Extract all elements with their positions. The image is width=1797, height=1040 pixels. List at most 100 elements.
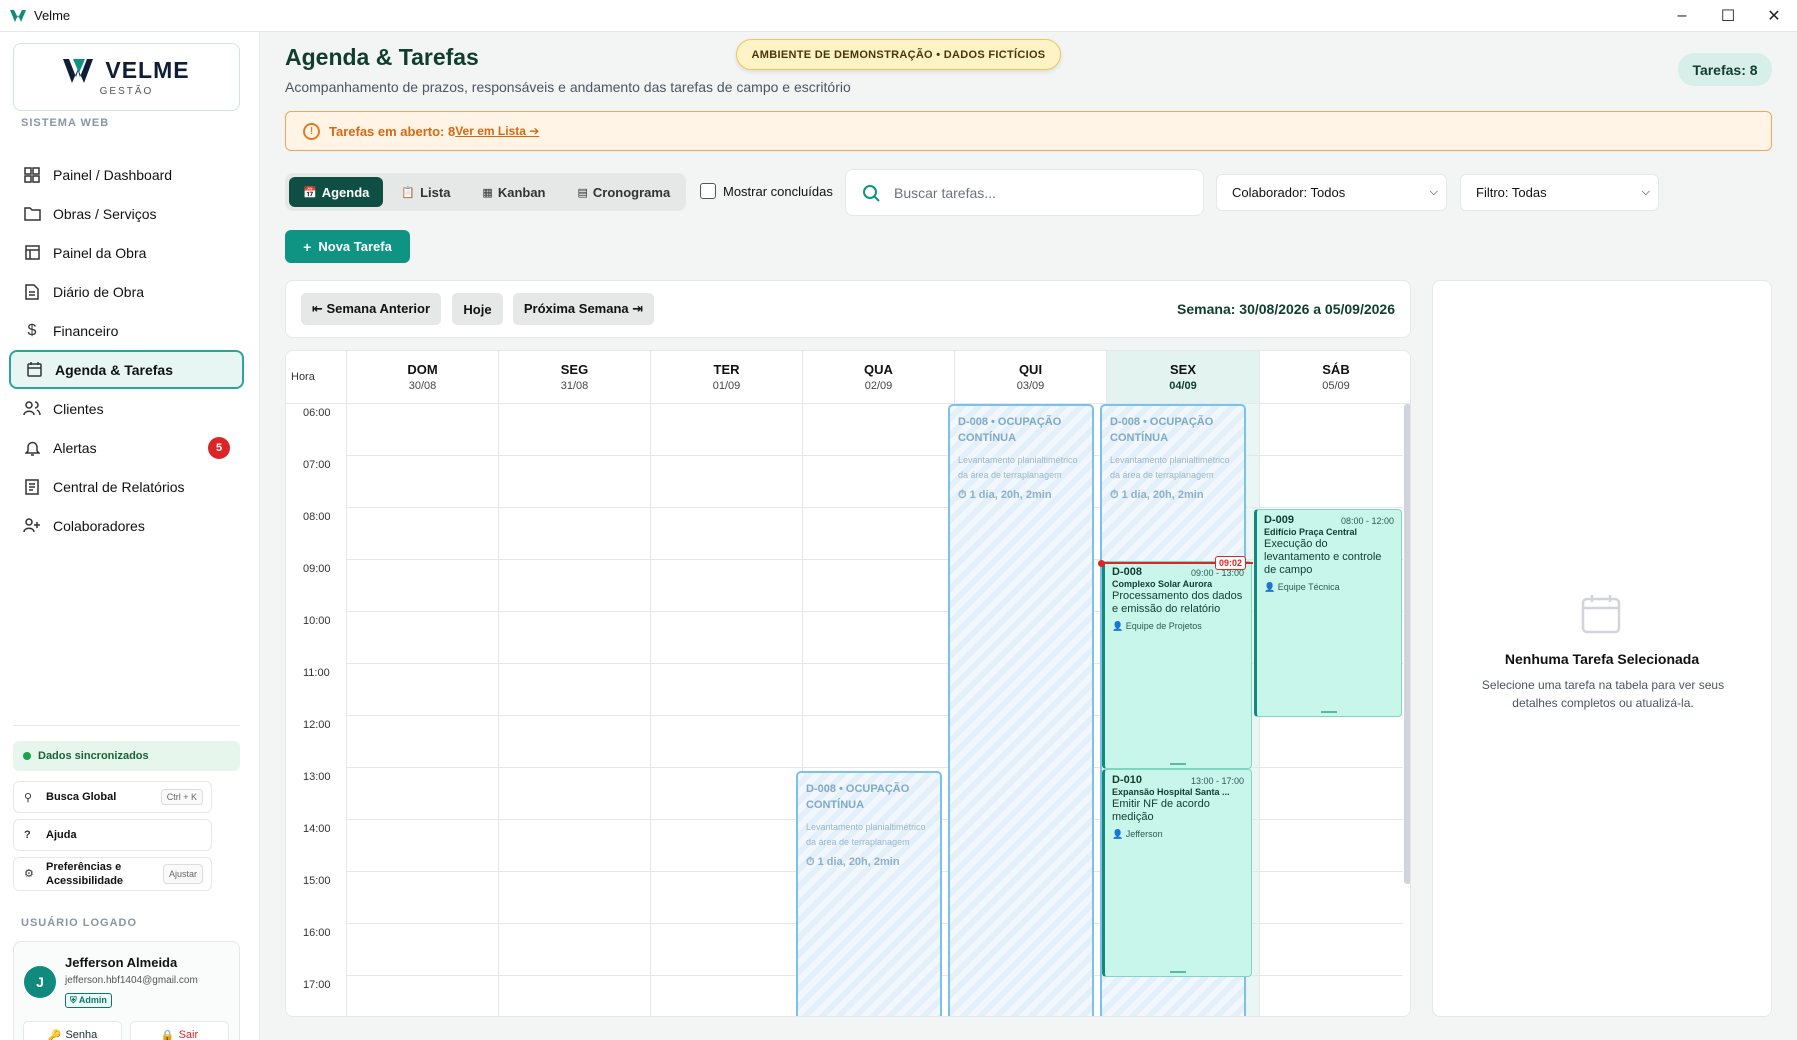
hour-label: 12:00	[303, 719, 331, 731]
task-assignee: 👤 Equipe Técnica	[1264, 582, 1394, 593]
sidebar-item-colaboradores[interactable]: Colaboradores	[9, 506, 244, 545]
sidebar-item-relatorios[interactable]: Central de Relatórios	[9, 467, 244, 506]
bell-icon	[23, 439, 41, 457]
collaborator-select[interactable]: Colaborador: Todos ⌵	[1216, 174, 1447, 211]
current-time-dot	[1098, 560, 1105, 567]
show-completed-checkbox[interactable]	[700, 183, 716, 199]
sidebar-item-diario[interactable]: Diário de Obra	[9, 272, 244, 311]
sidebar-item-agenda[interactable]: Agenda & Tarefas	[9, 350, 244, 389]
demo-badge: AMBIENTE DE DEMONSTRAÇÃO • DADOS FICTÍCI…	[736, 39, 1061, 70]
new-task-button[interactable]: + Nova Tarefa	[285, 230, 410, 263]
prev-week-button[interactable]: ⇤ Semana Anterior	[301, 293, 441, 325]
logout-button[interactable]: 🔒 Sair	[130, 1021, 229, 1040]
filter-select[interactable]: Filtro: Todas ⌵	[1460, 174, 1659, 211]
show-completed-label: Mostrar concluídas	[723, 183, 833, 199]
hour-label: 10:00	[303, 615, 331, 627]
person-icon: 👤	[1112, 621, 1126, 631]
day-header-qui[interactable]: QUI 03/09	[954, 351, 1106, 404]
search-icon	[863, 184, 880, 202]
task-card-d009[interactable]: D-009 08:00 - 12:00 Edifício Praça Centr…	[1254, 509, 1402, 717]
task-team: Jefferson	[1125, 829, 1163, 839]
brand-mark-icon	[63, 58, 94, 83]
sidebar-item-obras[interactable]: Obras / Serviços	[9, 194, 244, 233]
help-button[interactable]: ? Ajuda	[13, 819, 212, 851]
sidebar-item-dashboard[interactable]: Painel / Dashboard	[9, 155, 244, 194]
search-icon: ⚲	[24, 791, 33, 804]
view-list-link[interactable]: Ver em Lista ➔	[455, 124, 539, 138]
day-date: 05/09	[1322, 380, 1350, 392]
page-subtitle: Acompanhamento de prazos, responsáveis e…	[285, 79, 851, 95]
hour-label: 15:00	[303, 875, 331, 887]
tab-cronograma[interactable]: ▤ Cronograma	[564, 177, 685, 207]
day-name: SEG	[560, 362, 589, 377]
day-date: 02/09	[864, 380, 893, 392]
ghost-task-title: D-008 • OCUPAÇÃO CONTÍNUA	[806, 783, 910, 811]
day-header-qua[interactable]: QUA 02/09	[802, 351, 954, 404]
grid-icon	[23, 166, 41, 184]
resize-handle[interactable]	[1170, 971, 1186, 973]
window-controls: – ☐ ✕	[1659, 0, 1797, 32]
sidebar-item-label: Painel da Obra	[53, 244, 147, 261]
day-header-ter[interactable]: TER 01/09	[650, 351, 802, 404]
chevron-down-icon: ⌵	[1641, 186, 1650, 198]
tab-kanban[interactable]: ▦ Kanban	[468, 177, 559, 207]
change-password-button[interactable]: 🔑 Senha	[23, 1021, 122, 1040]
search-input[interactable]: Buscar tarefas...	[845, 169, 1204, 216]
task-client: Expansão Hospital Santa ...	[1112, 787, 1230, 797]
sidebar-item-alertas[interactable]: Alertas 5	[9, 428, 244, 467]
resize-handle[interactable]	[1170, 763, 1186, 765]
task-description: Execução do levantamento e controle de c…	[1264, 538, 1382, 576]
brand-subtitle: GESTÃO	[99, 86, 154, 97]
column-line	[346, 404, 347, 1016]
task-time: 08:00 - 12:00	[1340, 516, 1394, 526]
sidebar-divider	[13, 725, 240, 726]
week-calendar: Hora DOM 30/08 SEG 31/08 TER 01/09 QUA 02/09…	[285, 350, 1411, 1017]
day-header-sab[interactable]: SÁB 05/09	[1259, 351, 1410, 404]
show-completed-toggle[interactable]: Mostrar concluídas	[700, 183, 833, 199]
preferences-button[interactable]: ⚙ Preferências e Acessibilidade Ajustar	[13, 857, 212, 891]
tab-agenda[interactable]: 📅 Agenda	[289, 177, 384, 207]
day-header-seg[interactable]: SEG 31/08	[498, 351, 650, 404]
maximize-button[interactable]: ☐	[1705, 0, 1751, 32]
continuous-task-block[interactable]: D-008 • OCUPAÇÃO CONTÍNUA Levantamento p…	[948, 404, 1094, 1016]
column-line	[498, 404, 499, 1016]
week-range-label: Semana: 30/08/2026 a 05/09/2026	[1177, 301, 1395, 317]
search-placeholder: Buscar tarefas...	[894, 184, 996, 201]
day-header-dom[interactable]: DOM 30/08	[346, 351, 498, 404]
user-name: Jefferson Almeida	[65, 955, 178, 970]
person-icon: 👤	[1112, 829, 1126, 839]
continuous-task-block[interactable]: D-008 • OCUPAÇÃO CONTÍNUA Levantamento p…	[796, 771, 942, 1016]
hour-column-header: Hora	[286, 351, 346, 404]
next-week-button[interactable]: Próxima Semana ⇥	[513, 293, 654, 325]
logout-label: Sair	[178, 1029, 199, 1040]
detail-empty-title: Nenhuma Tarefa Selecionada	[1504, 651, 1700, 667]
shield-icon: ⛨	[70, 995, 79, 1005]
task-card-d008[interactable]: D-008 09:00 - 13:00 Complexo Solar Auror…	[1102, 561, 1252, 769]
global-search-label: Busca Global	[46, 791, 117, 803]
sidebar-item-label: Painel / Dashboard	[53, 166, 173, 183]
sidebar-item-financeiro[interactable]: $ Financeiro	[9, 311, 244, 350]
close-button[interactable]: ✕	[1751, 0, 1797, 32]
task-detail-panel: Nenhuma Tarefa Selecionada Selecione uma…	[1432, 280, 1772, 1017]
hour-label: 13:00	[303, 771, 331, 783]
day-date: 31/08	[560, 380, 589, 392]
day-header-sex[interactable]: SEX 04/09	[1106, 351, 1259, 404]
users-icon	[23, 400, 41, 418]
global-search-button[interactable]: ⚲ Busca Global Ctrl + K	[13, 781, 212, 813]
sidebar-item-label: Colaboradores	[53, 517, 145, 534]
sidebar-item-painel-obra[interactable]: Painel da Obra	[9, 233, 244, 272]
sidebar-item-label: Financeiro	[53, 322, 119, 339]
task-card-d010[interactable]: D-010 13:00 - 17:00 Expansão Hospital Sa…	[1102, 769, 1252, 977]
brand-logo[interactable]: VELME GESTÃO	[13, 43, 240, 111]
today-button[interactable]: Hoje	[452, 293, 503, 325]
minimize-button[interactable]: –	[1659, 0, 1705, 32]
user-email: jefferson.hbf1404@gmail.com	[65, 975, 198, 986]
ghost-task-title: D-008 • OCUPAÇÃO CONTÍNUA	[958, 416, 1062, 444]
day-date: 30/08	[408, 380, 437, 392]
tab-lista[interactable]: 📋 Lista	[387, 177, 464, 207]
sidebar-item-clientes[interactable]: Clientes	[9, 389, 244, 428]
day-name: QUI	[1018, 362, 1043, 377]
resize-handle[interactable]	[1321, 711, 1337, 713]
shortcut-hint: Ctrl + K	[160, 789, 203, 805]
calendar-scrollbar[interactable]	[1404, 404, 1410, 884]
